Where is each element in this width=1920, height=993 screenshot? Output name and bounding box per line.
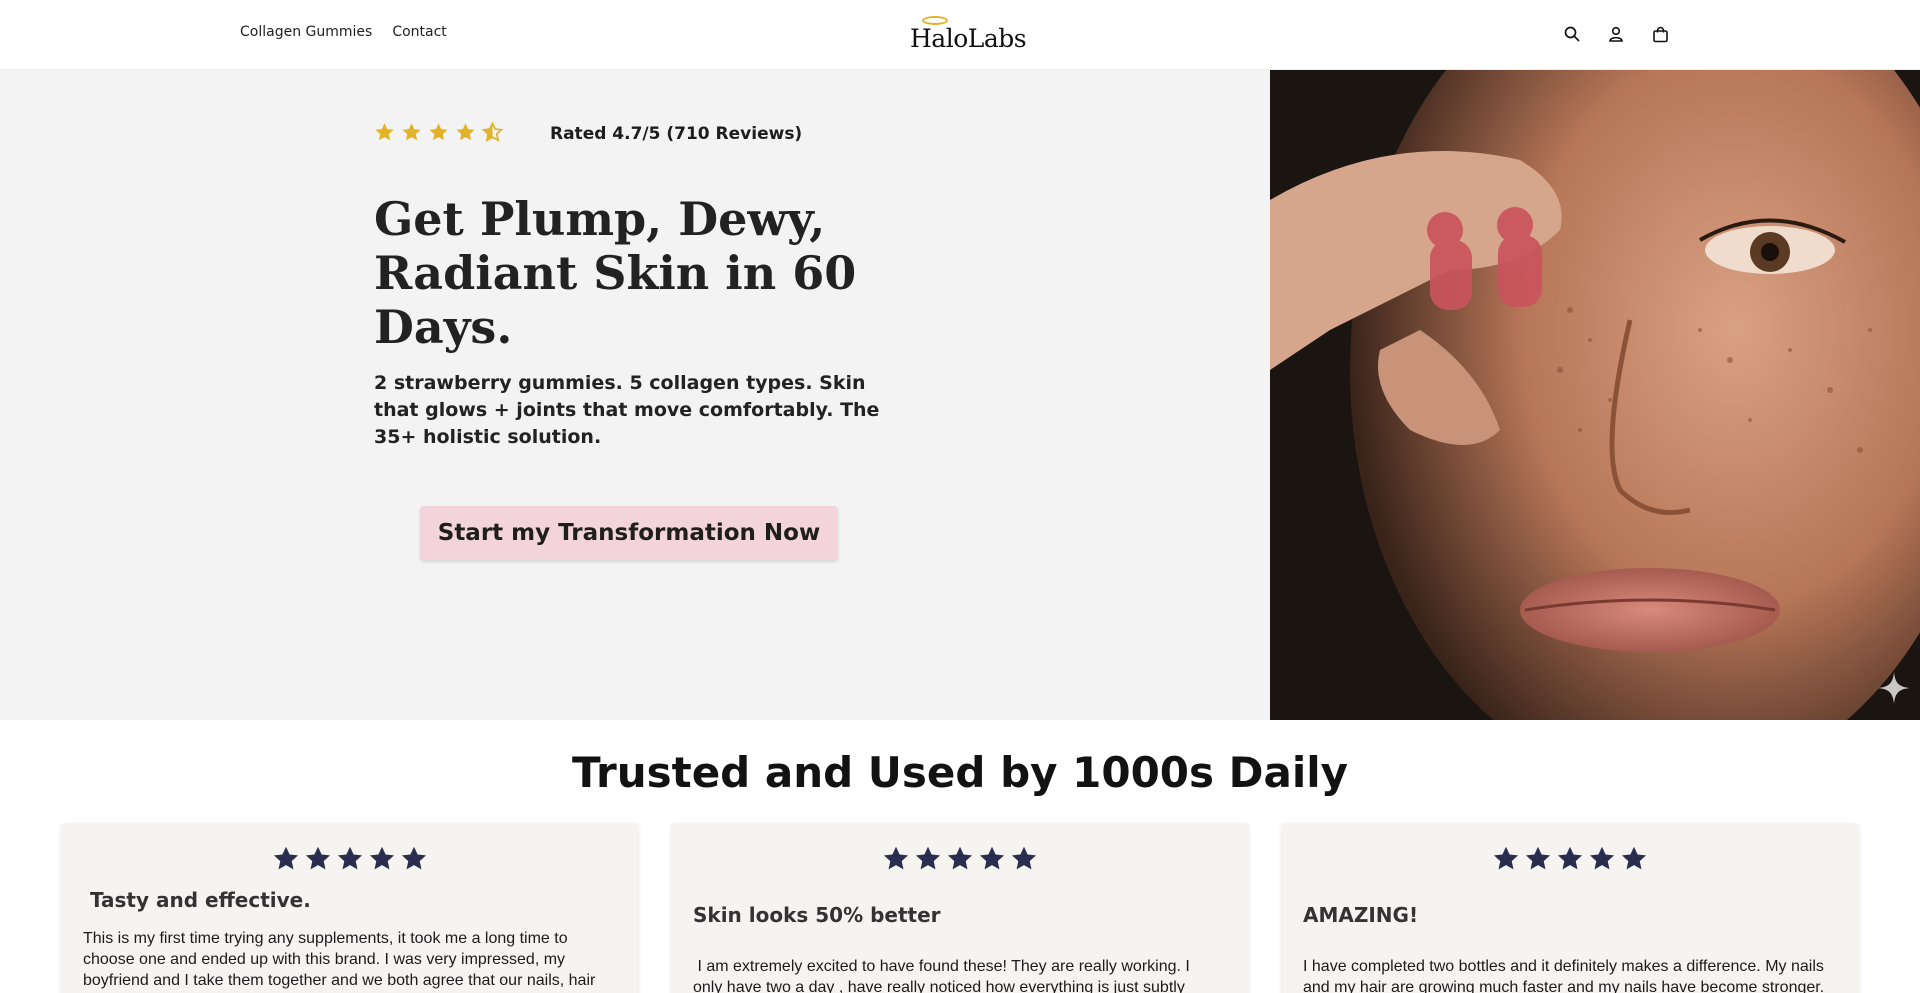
hero-title: Get Plump, Dewy, Radiant Skin in 60 Days… <box>374 192 857 354</box>
halolabs-logo[interactable]: HaloLabs <box>906 14 1027 54</box>
start-transformation-button[interactable]: Start my Transformation Now <box>420 506 838 560</box>
sparkle-icon <box>1878 672 1910 704</box>
review-title: Tasty and effective. <box>83 888 311 912</box>
star-icon <box>915 846 941 870</box>
star-icon <box>429 123 448 141</box>
star-icon <box>1589 846 1615 870</box>
search-icon[interactable] <box>1562 24 1582 44</box>
half-star-icon <box>482 122 503 142</box>
star-icon <box>947 846 973 870</box>
star-icon <box>273 846 299 870</box>
review-body: I have completed two bottles and it defi… <box>1303 958 1825 993</box>
star-icon <box>1557 846 1583 870</box>
star-icon <box>1525 846 1551 870</box>
review-stars <box>1281 845 1859 873</box>
review-body: I am extremely excited to have found the… <box>693 958 1195 993</box>
star-icon <box>305 846 331 870</box>
review-title: Skin looks 50% better <box>693 903 941 927</box>
star-icon <box>1011 846 1037 870</box>
star-icon <box>369 846 395 870</box>
main-nav: Collagen Gummies Contact <box>240 24 447 40</box>
rating-summary: Rated 4.7/5 (710 Reviews) <box>550 124 803 144</box>
star-icon <box>883 846 909 870</box>
star-icon <box>402 123 421 141</box>
star-icon <box>337 846 363 870</box>
review-stars <box>61 845 639 873</box>
review-card: Skin looks 50% better I am extremely exc… <box>671 823 1249 993</box>
star-icon <box>401 846 427 870</box>
star-icon <box>1621 846 1647 870</box>
nav-link-collagen-gummies[interactable]: Collagen Gummies <box>240 24 372 40</box>
account-icon[interactable] <box>1606 24 1626 44</box>
site-header: Collagen Gummies Contact HaloLabs <box>0 0 1920 70</box>
cart-icon[interactable] <box>1650 24 1670 44</box>
star-icon <box>456 123 475 141</box>
rating-stars <box>374 122 503 143</box>
review-body: This is my first time trying any supplem… <box>83 930 596 989</box>
hero-section: Rated 4.7/5 (710 Reviews) Get Plump, Dew… <box>0 70 1920 720</box>
header-actions <box>1562 24 1670 44</box>
hero-image <box>1270 70 1920 720</box>
review-title: AMAZING! <box>1303 903 1419 927</box>
star-icon <box>1493 846 1519 870</box>
review-card: Tasty and effective. This is my first ti… <box>61 823 639 993</box>
reviews-section-title: Trusted and Used by 1000s Daily <box>571 748 1349 797</box>
review-stars <box>671 845 1249 873</box>
star-icon <box>375 123 394 141</box>
star-icon <box>979 846 1005 870</box>
hero-subtitle: 2 strawberry gummies. 5 collagen types. … <box>374 372 880 448</box>
review-card: AMAZING! I have completed two bottles an… <box>1281 823 1859 993</box>
logo-wordmark: HaloLabs <box>910 24 1027 53</box>
nav-link-contact[interactable]: Contact <box>392 24 446 40</box>
